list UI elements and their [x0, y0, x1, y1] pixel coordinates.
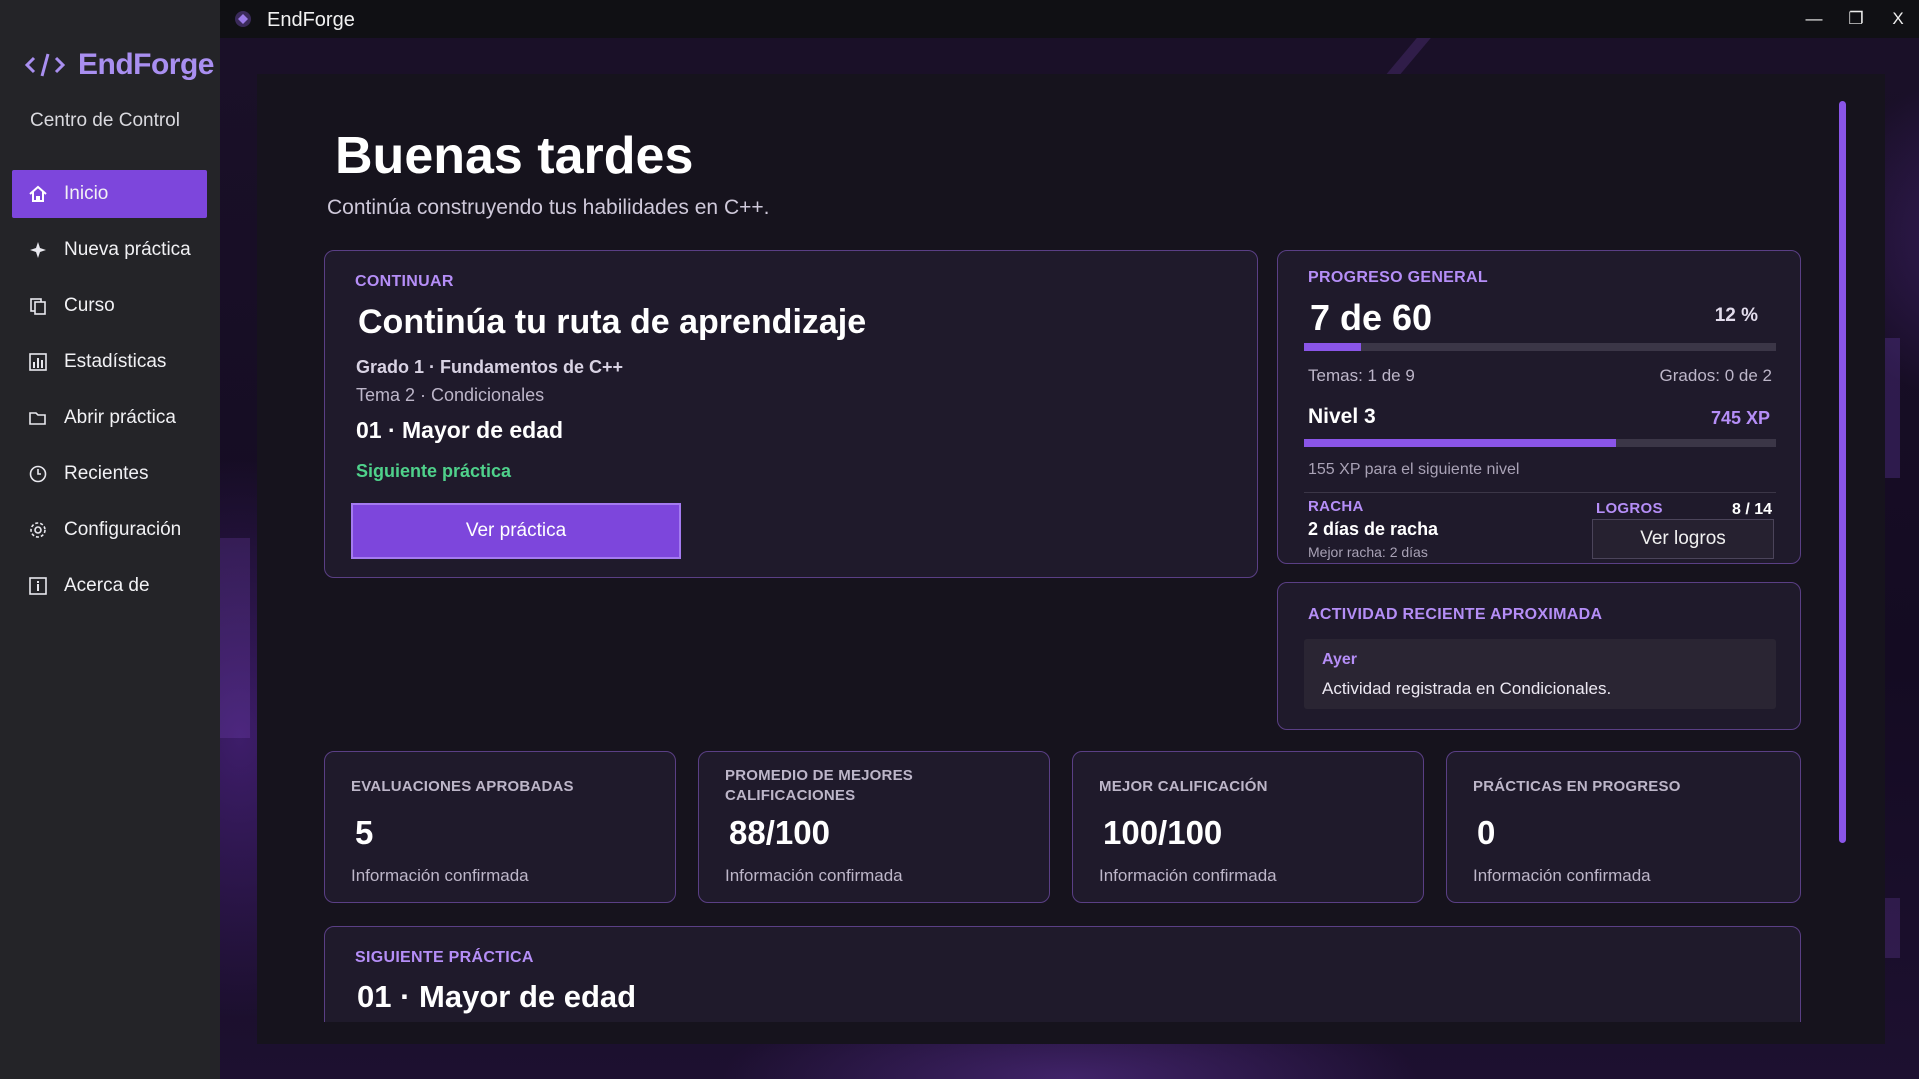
sidebar: EndForge Centro de Control Inicio Nueva …: [0, 0, 220, 1079]
brand-name: EndForge: [78, 48, 215, 81]
recent-activity-card: ACTIVIDAD RECIENTE APROXIMADA Ayer Activ…: [1277, 582, 1801, 730]
level: Nivel 3: [1308, 405, 1376, 428]
sidebar-item-nueva-practica[interactable]: Nueva práctica: [12, 226, 207, 274]
brand: EndForge: [24, 48, 215, 82]
progress-card: PROGRESO GENERAL 7 de 60 12 % Temas: 1 d…: [1277, 250, 1801, 564]
view-achievements-button[interactable]: Ver logros: [1592, 519, 1774, 559]
section-divider: [1304, 492, 1776, 493]
activity-item: Ayer Actividad registrada en Condicional…: [1304, 639, 1776, 709]
sidebar-item-label: Configuración: [64, 519, 182, 540]
progress-label: PROGRESO GENERAL: [1308, 269, 1488, 286]
sidebar-item-label: Inicio: [64, 183, 109, 204]
next-level-text: 155 XP para el siguiente nivel: [1308, 461, 1520, 478]
sidebar-item-label: Curso: [64, 295, 115, 316]
stat-value: 100/100: [1103, 814, 1223, 851]
stat-note: Información confirmada: [725, 866, 903, 885]
streak-label: RACHA: [1308, 498, 1364, 515]
stat-value: 0: [1477, 814, 1496, 851]
stat-note: Información confirmada: [1099, 866, 1277, 885]
window-title: EndForge: [267, 9, 355, 31]
book-icon: [27, 295, 49, 317]
minimize-button[interactable]: —: [1793, 0, 1835, 38]
sidebar-nav: Inicio Nueva práctica Curso Estadísticas…: [12, 170, 207, 618]
stat-label: PROMEDIO DE MEJORES CALIFICACIONES: [725, 767, 913, 804]
window-controls: — ❐ X: [1793, 0, 1919, 38]
stat-label: EVALUACIONES APROBADAS: [351, 778, 574, 795]
stat-note: Información confirmada: [1473, 866, 1651, 885]
stat-value: 5: [355, 814, 374, 851]
xp: 745 XP: [1710, 408, 1770, 428]
sidebar-item-configuracion[interactable]: Configuración: [12, 506, 207, 554]
brand-subtitle: Centro de Control: [30, 110, 180, 131]
next-practice-title: 01 · Mayor de edad: [357, 979, 637, 1014]
continue-practice: 01 · Mayor de edad: [356, 417, 564, 443]
info-icon: [27, 575, 49, 597]
level-bar-fill: [1304, 439, 1616, 447]
stat-card-in-progress: PRÁCTICAS EN PROGRESO 0 Información conf…: [1446, 751, 1801, 903]
next-practice-card: SIGUIENTE PRÁCTICA 01 · Mayor de edad: [324, 926, 1801, 1022]
folder-icon: [27, 407, 49, 429]
sidebar-item-estadisticas[interactable]: Estadísticas: [12, 338, 207, 386]
activity-label: ACTIVIDAD RECIENTE APROXIMADA: [1308, 606, 1603, 623]
next-practice-label: Siguiente práctica: [356, 461, 512, 481]
progress-bar: [1304, 343, 1776, 351]
next-practice-clip: SIGUIENTE PRÁCTICA 01 · Mayor de edad: [320, 920, 1810, 1022]
progress-bar-fill: [1304, 343, 1361, 351]
sidebar-item-label: Abrir práctica: [64, 407, 176, 428]
stat-card-average: PROMEDIO DE MEJORES CALIFICACIONES 88/10…: [698, 751, 1050, 903]
gear-icon: [27, 519, 49, 541]
level-bar: [1304, 439, 1776, 447]
activity-when: Ayer: [1322, 651, 1357, 668]
next-practice-label: SIGUIENTE PRÁCTICA: [355, 949, 534, 966]
continue-title: Continúa tu ruta de aprendizaje: [358, 303, 867, 341]
stat-card-approved: EVALUACIONES APROBADAS 5 Información con…: [324, 751, 676, 903]
continue-topic: Tema 2 · Condicionales: [356, 385, 545, 405]
sidebar-item-inicio[interactable]: Inicio: [12, 170, 207, 218]
stat-card-best-grade: MEJOR CALIFICACIÓN 100/100 Información c…: [1072, 751, 1424, 903]
sidebar-item-label: Recientes: [64, 463, 149, 484]
activity-text: Actividad registrada en Condicionales.: [1322, 679, 1612, 698]
sidebar-item-label: Nueva práctica: [64, 239, 191, 260]
continue-grade: Grado 1 · Fundamentos de C++: [356, 357, 624, 377]
continue-card: CONTINUAR Continúa tu ruta de aprendizaj…: [324, 250, 1258, 578]
sidebar-item-curso[interactable]: Curso: [12, 282, 207, 330]
page-title: Buenas tardes: [335, 127, 694, 185]
stat-label: PRÁCTICAS EN PROGRESO: [1473, 778, 1681, 795]
stat-note: Información confirmada: [351, 866, 529, 885]
scrollbar[interactable]: [1839, 101, 1846, 843]
progress-percent: 12 %: [1714, 305, 1758, 326]
achievements-label: LOGROS: [1596, 500, 1663, 517]
sidebar-item-label: Estadísticas: [64, 351, 167, 372]
app-icon: [235, 11, 251, 27]
code-logo-icon: [24, 53, 66, 77]
best-streak: Mejor racha: 2 días: [1308, 544, 1428, 560]
progress-count: 7 de 60: [1310, 297, 1433, 338]
streak-value: 2 días de racha: [1308, 519, 1439, 539]
title-bar: EndForge — ❐ X: [220, 0, 1919, 38]
sparkle-icon: [27, 239, 49, 261]
grades-count: Grados: 0 de 2: [1659, 366, 1772, 385]
stat-label: MEJOR CALIFICACIÓN: [1099, 778, 1268, 795]
sidebar-item-acerca-de[interactable]: Acerca de: [12, 562, 207, 610]
sidebar-item-recientes[interactable]: Recientes: [12, 450, 207, 498]
page-subtitle: Continúa construyendo tus habilidades en…: [327, 196, 770, 219]
home-icon: [27, 183, 49, 205]
continue-label: CONTINUAR: [355, 273, 454, 290]
sidebar-item-label: Acerca de: [64, 575, 150, 596]
achievements-count: 8 / 14: [1731, 501, 1772, 518]
clock-icon: [27, 463, 49, 485]
bar-chart-icon: [27, 351, 49, 373]
view-practice-button[interactable]: Ver práctica: [351, 503, 681, 559]
maximize-button[interactable]: ❐: [1835, 0, 1877, 38]
sidebar-item-abrir-practica[interactable]: Abrir práctica: [12, 394, 207, 442]
topics-count: Temas: 1 de 9: [1308, 366, 1415, 385]
close-button[interactable]: X: [1877, 0, 1919, 38]
stat-value: 88/100: [729, 814, 830, 851]
